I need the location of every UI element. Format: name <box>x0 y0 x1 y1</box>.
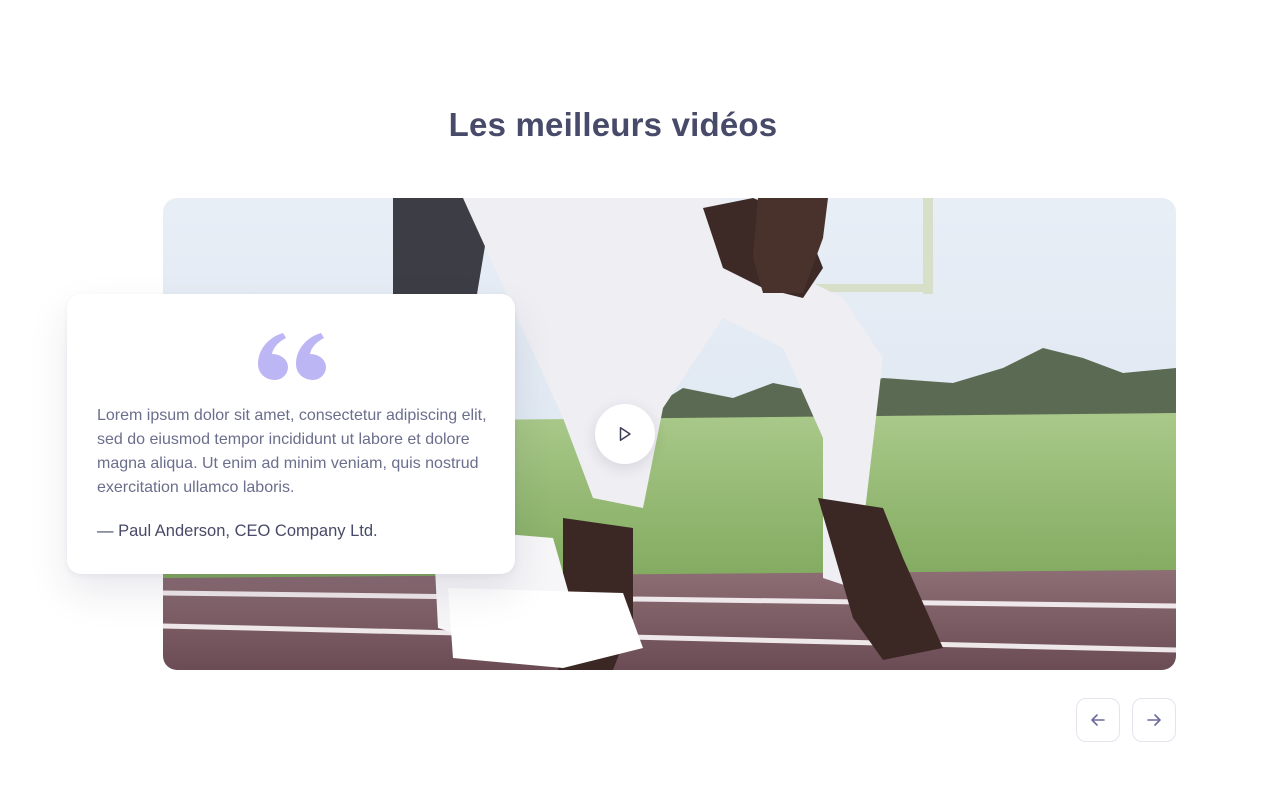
quote-open-icon <box>258 333 326 380</box>
testimonial-text: Lorem ipsum dolor sit amet, consectetur … <box>97 407 487 496</box>
next-button[interactable] <box>1132 698 1176 742</box>
testimonial-card: Lorem ipsum dolor sit amet, consectetur … <box>67 294 515 574</box>
testimonial-author: — Paul Anderson, CEO Company Ltd. <box>97 522 378 540</box>
page: Les meilleurs vidéos Lorem ipsum dolor s… <box>0 0 1280 798</box>
section-title: Les meilleurs vidéos <box>448 106 778 143</box>
previous-button[interactable] <box>1076 698 1120 742</box>
play-icon <box>619 427 631 441</box>
arrow-left-icon <box>1091 714 1105 726</box>
arrow-right-icon <box>1147 714 1161 726</box>
play-button[interactable] <box>595 404 655 464</box>
